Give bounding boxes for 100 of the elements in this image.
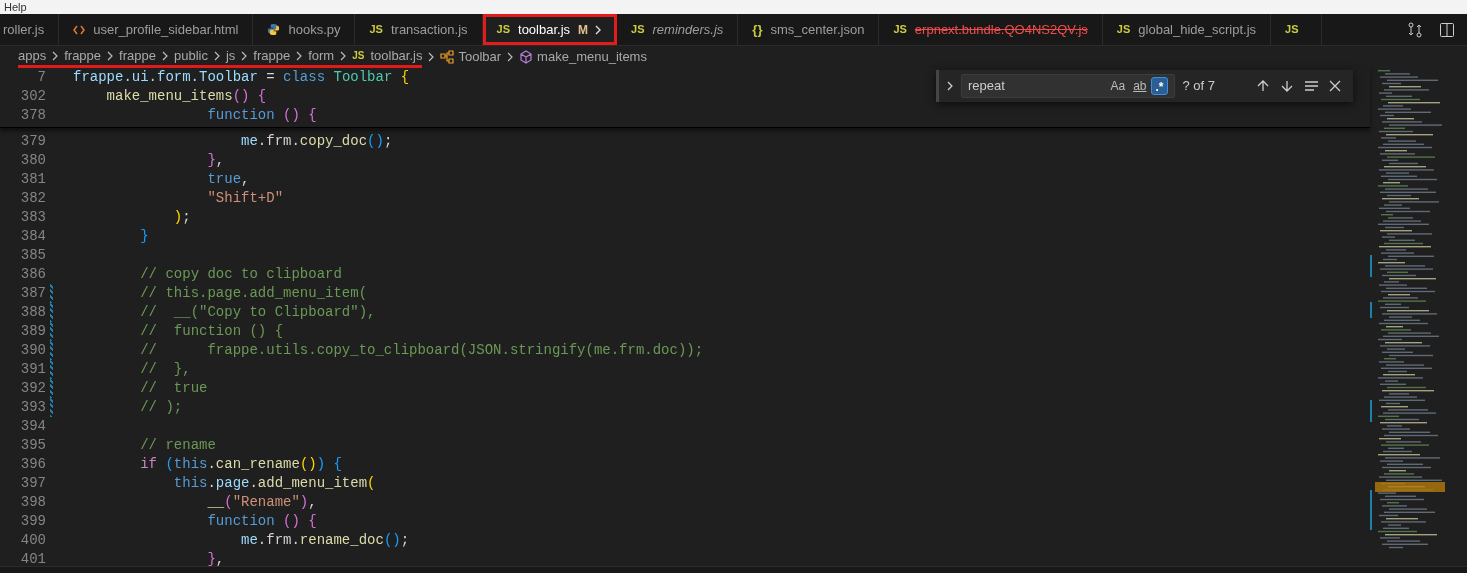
code-token: . xyxy=(249,474,258,493)
code-token: // rename xyxy=(140,436,216,455)
code-token: "Shift+D" xyxy=(207,189,284,208)
code-token: } xyxy=(140,227,149,246)
chevron-right-icon xyxy=(51,50,60,61)
chevron-right-icon xyxy=(427,52,436,62)
code-token: copy_doc xyxy=(299,132,368,151)
code-token: .frm. xyxy=(257,132,300,151)
code-token: // ); xyxy=(140,398,183,417)
code-token: me xyxy=(241,132,258,151)
class-icon xyxy=(440,50,455,64)
compare-changes-icon[interactable] xyxy=(1407,21,1423,38)
breadcrumb-item[interactable]: toolbar.js xyxy=(370,45,423,66)
code-token: // __("Copy to Clipboard"), xyxy=(140,303,376,322)
modified-label: M xyxy=(578,21,589,39)
json-file-icon: {} xyxy=(752,19,763,40)
code-token: function xyxy=(207,106,275,125)
menu-item[interactable]: Help xyxy=(4,1,27,13)
line-number: 389 xyxy=(19,322,46,341)
close-icon[interactable] xyxy=(1329,80,1341,92)
code-token: ( xyxy=(224,493,233,512)
breadcrumb-item[interactable]: make_menu_items xyxy=(537,47,647,67)
line-number: 385 xyxy=(19,246,46,265)
code-token: () xyxy=(367,132,384,151)
code-token: frappe.ui.form.Toolbar xyxy=(73,68,258,87)
chevron-right-icon xyxy=(339,50,348,61)
editor-tab[interactable]: JS toolbar.js M xyxy=(482,14,618,45)
search-option-toggle[interactable]: ab xyxy=(1130,77,1150,95)
breadcrumb-item[interactable]: frappe xyxy=(64,45,102,66)
match-count: ? of 7 xyxy=(1182,77,1217,96)
js-file-icon: JS xyxy=(1116,21,1131,38)
arrow-down-icon[interactable] xyxy=(1280,79,1294,93)
python-icon xyxy=(267,23,281,36)
line-number: 381 xyxy=(19,170,46,189)
search-option-toggle[interactable]: Aa xyxy=(1107,77,1129,95)
code-token: ( xyxy=(367,474,376,493)
breadcrumb-item[interactable]: public xyxy=(173,45,208,66)
chevron-right-icon[interactable] xyxy=(594,24,603,35)
selection-lines-icon[interactable] xyxy=(1304,79,1319,93)
chevron-right-icon xyxy=(160,50,169,61)
code-token: ) xyxy=(173,208,183,227)
chevron-right-icon xyxy=(106,50,115,61)
code-brackets-icon xyxy=(73,23,86,36)
code-token: ; xyxy=(182,208,191,227)
breadcrumb-item[interactable]: frappe xyxy=(253,45,291,66)
search-option-toggle[interactable]: .* xyxy=(1151,77,1168,95)
code-token: () { xyxy=(283,106,317,125)
code-token: // frappe.utils.copy_to_clipboard(JSON.stringify(me.frm.doc)); xyxy=(140,341,704,360)
line-number: 401 xyxy=(19,550,46,569)
cube-icon xyxy=(519,50,534,64)
code-token: // this.page.add_menu_item( xyxy=(140,284,368,303)
code-token: // function () { xyxy=(140,322,284,341)
breadcrumb-item[interactable]: js xyxy=(225,45,236,66)
code-token: = xyxy=(266,68,276,87)
code-token: ) xyxy=(316,455,326,474)
code-token: . xyxy=(207,474,216,493)
js-file-icon: JS xyxy=(369,21,383,38)
code-token: make_menu_items xyxy=(106,87,233,106)
code-token: if xyxy=(140,455,158,474)
chevron-right-icon xyxy=(212,50,221,61)
editor-tab[interactable]: roller.js xyxy=(0,14,60,45)
arrow-up-icon[interactable] xyxy=(1256,79,1270,93)
code-token: true xyxy=(207,170,242,189)
breadcrumb-item[interactable]: frappe xyxy=(119,45,156,66)
code-token: me xyxy=(241,531,258,550)
line-number: 392 xyxy=(19,379,46,398)
js-file-icon: JS xyxy=(1285,21,1299,38)
code-token: { xyxy=(257,87,267,106)
line-number: 398 xyxy=(19,493,46,512)
line-number: 382 xyxy=(19,189,46,208)
code-token: can_rename xyxy=(215,455,300,474)
code-token: ; xyxy=(400,531,410,550)
breadcrumb-item[interactable]: form xyxy=(308,45,335,66)
chevron-right-icon xyxy=(506,52,515,62)
code-token: this xyxy=(173,474,208,493)
js-file-icon: JS xyxy=(893,21,907,38)
code-token: function xyxy=(207,512,275,531)
line-number: 302 xyxy=(19,87,46,106)
split-editor-icon[interactable] xyxy=(1439,21,1455,38)
code-token: , xyxy=(215,151,225,170)
code-token: class xyxy=(283,68,326,87)
code-token: , xyxy=(308,493,317,512)
breadcrumb-item[interactable]: Toolbar xyxy=(458,47,502,67)
code-token: ; xyxy=(383,132,393,151)
code-token: , xyxy=(215,550,225,569)
line-number: 399 xyxy=(19,512,46,531)
code-token: { xyxy=(400,68,410,87)
line-number: 390 xyxy=(19,341,46,360)
code-token: () xyxy=(383,531,401,550)
code-token: this xyxy=(173,455,208,474)
code-token: // copy doc to clipboard xyxy=(140,265,342,284)
line-number: 383 xyxy=(19,208,46,227)
line-number: 391 xyxy=(19,360,46,379)
code-token: () { xyxy=(283,512,317,531)
code-token: __ xyxy=(207,493,225,512)
find-input-field[interactable]: repeat Aa ab .* xyxy=(960,74,1175,98)
breadcrumb-item[interactable]: apps xyxy=(18,45,47,66)
js-file-icon: JS xyxy=(352,48,365,63)
code-token: } xyxy=(207,151,216,170)
line-number: 387 xyxy=(19,284,46,303)
